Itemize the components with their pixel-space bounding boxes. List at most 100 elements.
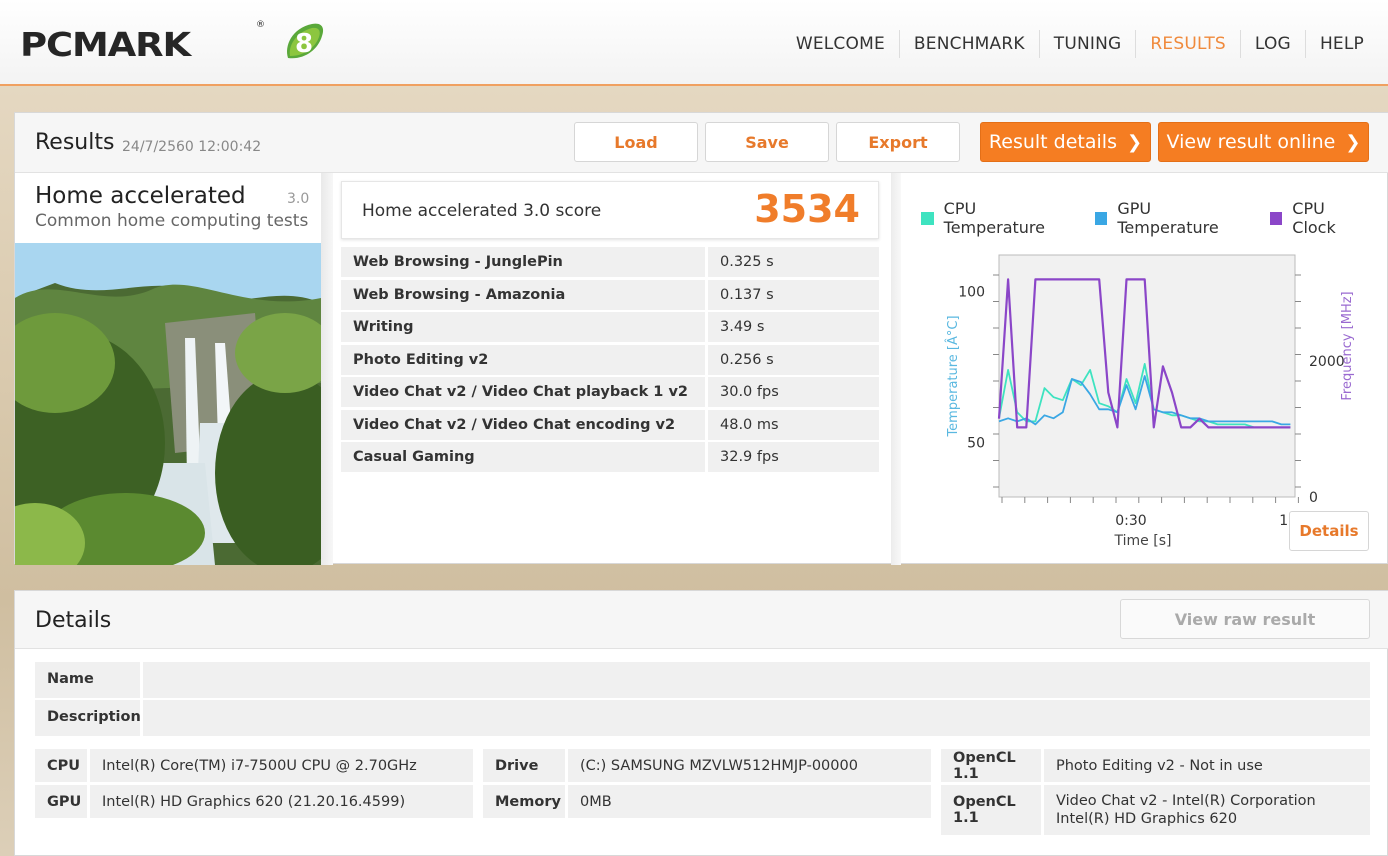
- subscore-value: 32.9 fps: [708, 442, 879, 472]
- legend-swatch: [1094, 211, 1108, 225]
- nav-log[interactable]: LOG: [1239, 30, 1305, 58]
- load-button[interactable]: Load: [574, 122, 698, 162]
- score-box: Home accelerated 3.0 score 3534: [341, 181, 879, 239]
- table-row: Casual Gaming 32.9 fps: [341, 442, 879, 472]
- chevron-right-icon: ❯: [1345, 131, 1361, 153]
- legend-item: GPU Temperature: [1094, 199, 1254, 237]
- save-button[interactable]: Save: [705, 122, 829, 162]
- sensor-chart: 10050200000:301:00Time [s]Temperature [Â…: [945, 254, 1355, 549]
- description-row: Description: [35, 700, 1370, 736]
- legend-label: CPU Temperature: [943, 199, 1045, 237]
- details-toolbar: Details View raw result: [15, 591, 1388, 649]
- name-label: Name: [35, 662, 140, 698]
- y-left-tick-label: 50: [967, 436, 985, 452]
- test-subtitle: Common home computing tests: [35, 211, 309, 231]
- y-left-axis-label: Temperature [Â°C]: [945, 315, 961, 437]
- opencl-row-2: OpenCL 1.1 Video Chat v2 - Intel(R) Corp…: [941, 785, 1370, 835]
- opencl-value: Photo Editing v2 - Not in use: [1044, 749, 1370, 782]
- description-value: [143, 700, 1370, 736]
- results-toolbar: Results 24/7/2560 12:00:42 Load Save Exp…: [15, 113, 1388, 173]
- nav-results[interactable]: RESULTS: [1135, 30, 1240, 58]
- nav-welcome[interactable]: WELCOME: [782, 30, 899, 58]
- legend-label: GPU Temperature: [1117, 199, 1219, 237]
- subscore-name: Video Chat v2 / Video Chat encoding v2: [341, 409, 705, 440]
- column-divider: [321, 173, 333, 565]
- legend-item: CPU Clock: [1269, 199, 1371, 237]
- table-row: Video Chat v2 / Video Chat encoding v2 4…: [341, 409, 879, 440]
- subscore-name: Video Chat v2 / Video Chat playback 1 v2: [341, 377, 705, 407]
- subscore-value: 3.49 s: [708, 312, 879, 342]
- app-header: PCMARK ® 8 WELCOME BENCHMARK TUNING RESU…: [0, 0, 1388, 86]
- drive-row: Drive (C:) SAMSUNG MZVLW512HMJP-00000: [483, 749, 931, 782]
- y-left-tick-label: 100: [958, 284, 985, 300]
- memory-value: 0MB: [568, 785, 931, 818]
- details-button[interactable]: Details: [1289, 511, 1369, 551]
- description-label: Description: [35, 700, 141, 736]
- results-date: 24/7/2560 12:00:42: [122, 139, 262, 155]
- subscore-value: 30.0 fps: [708, 377, 879, 407]
- x-axis-label: Time [s]: [1114, 533, 1172, 549]
- subscore-value: 0.325 s: [708, 247, 879, 277]
- column-divider: [891, 173, 901, 565]
- results-panel: Results 24/7/2560 12:00:42 Load Save Exp…: [14, 112, 1388, 565]
- opencl-value: Video Chat v2 - Intel(R) Corporation Int…: [1044, 785, 1370, 835]
- registered-mark: ®: [256, 20, 265, 30]
- results-title: Results: [35, 130, 115, 155]
- details-panel: Details View raw result Name Description…: [14, 590, 1388, 856]
- nav-help[interactable]: HELP: [1304, 30, 1378, 58]
- subscore-value: 0.137 s: [708, 279, 879, 310]
- subscore-value: 0.256 s: [708, 344, 879, 375]
- nav-benchmark[interactable]: BENCHMARK: [898, 30, 1039, 58]
- score-value: 3534: [754, 187, 860, 231]
- subscore-name: Web Browsing - Amazonia: [341, 279, 705, 310]
- subscore-table: Web Browsing - JunglePin 0.325 s Web Bro…: [341, 247, 879, 475]
- test-name: Home accelerated: [35, 183, 246, 209]
- result-details-label: Result details: [988, 131, 1117, 153]
- gpu-value: Intel(R) HD Graphics 620 (21.20.16.4599): [90, 785, 473, 818]
- cpu-row: CPU Intel(R) Core(TM) i7-7500U CPU @ 2.7…: [35, 749, 473, 782]
- waterfall-scene: [15, 243, 321, 565]
- chevron-right-icon: ❯: [1126, 131, 1143, 153]
- name-value: [143, 662, 1370, 698]
- name-row: Name: [35, 662, 1370, 698]
- test-waterfall-image: [15, 243, 321, 565]
- view-result-online-button[interactable]: View result online ❯: [1158, 122, 1369, 162]
- table-row: Web Browsing - JunglePin 0.325 s: [341, 247, 879, 277]
- opencl-label: OpenCL 1.1: [941, 785, 1041, 835]
- subscore-name: Writing: [341, 312, 705, 342]
- legend-swatch: [1269, 211, 1283, 225]
- cpu-label: CPU: [35, 749, 87, 782]
- drive-value: (C:) SAMSUNG MZVLW512HMJP-00000: [568, 749, 931, 782]
- subscore-name: Photo Editing v2: [341, 344, 705, 375]
- gpu-label: GPU: [35, 785, 87, 818]
- table-row: Photo Editing v2 0.256 s: [341, 344, 879, 375]
- result-details-button[interactable]: Result details ❯: [980, 122, 1151, 162]
- legend-label: CPU Clock: [1292, 199, 1336, 237]
- table-row: Web Browsing - Amazonia 0.137 s: [341, 279, 879, 310]
- test-version: 3.0: [287, 191, 310, 207]
- export-button[interactable]: Export: [836, 122, 960, 162]
- x-tick-label: 0:30: [1115, 513, 1146, 529]
- table-row: Video Chat v2 / Video Chat playback 1 v2…: [341, 377, 879, 407]
- table-row: Writing 3.49 s: [341, 312, 879, 342]
- subscore-name: Casual Gaming: [341, 442, 705, 472]
- legend-item: CPU Temperature: [921, 199, 1079, 237]
- gpu-row: GPU Intel(R) HD Graphics 620 (21.20.16.4…: [35, 785, 473, 818]
- view-online-label: View result online: [1166, 131, 1336, 153]
- opencl-label: OpenCL 1.1: [941, 749, 1041, 782]
- subscore-name: Web Browsing - JunglePin: [341, 247, 705, 277]
- opencl-row-1: OpenCL 1.1 Photo Editing v2 - Not in use: [941, 749, 1370, 782]
- nav-tuning[interactable]: TUNING: [1038, 30, 1136, 58]
- y-right-axis-label: Frequency [MHz]: [1340, 291, 1355, 400]
- details-title: Details: [35, 608, 112, 633]
- chart-legend: CPU Temperature GPU Temperature CPU Cloc…: [921, 199, 1387, 237]
- drive-label: Drive: [483, 749, 565, 782]
- score-label: Home accelerated 3.0 score: [362, 201, 602, 221]
- logo-8-badge-icon: 8: [287, 23, 324, 59]
- pcmark-logo: PCMARK ® 8: [20, 20, 324, 66]
- memory-label: Memory: [483, 785, 565, 818]
- main-nav: WELCOME BENCHMARK TUNING RESULTS LOG HEL…: [782, 30, 1378, 58]
- subscore-value: 48.0 ms: [708, 409, 879, 440]
- y-right-tick-label: 0: [1309, 490, 1318, 506]
- view-raw-result-button[interactable]: View raw result: [1120, 599, 1370, 639]
